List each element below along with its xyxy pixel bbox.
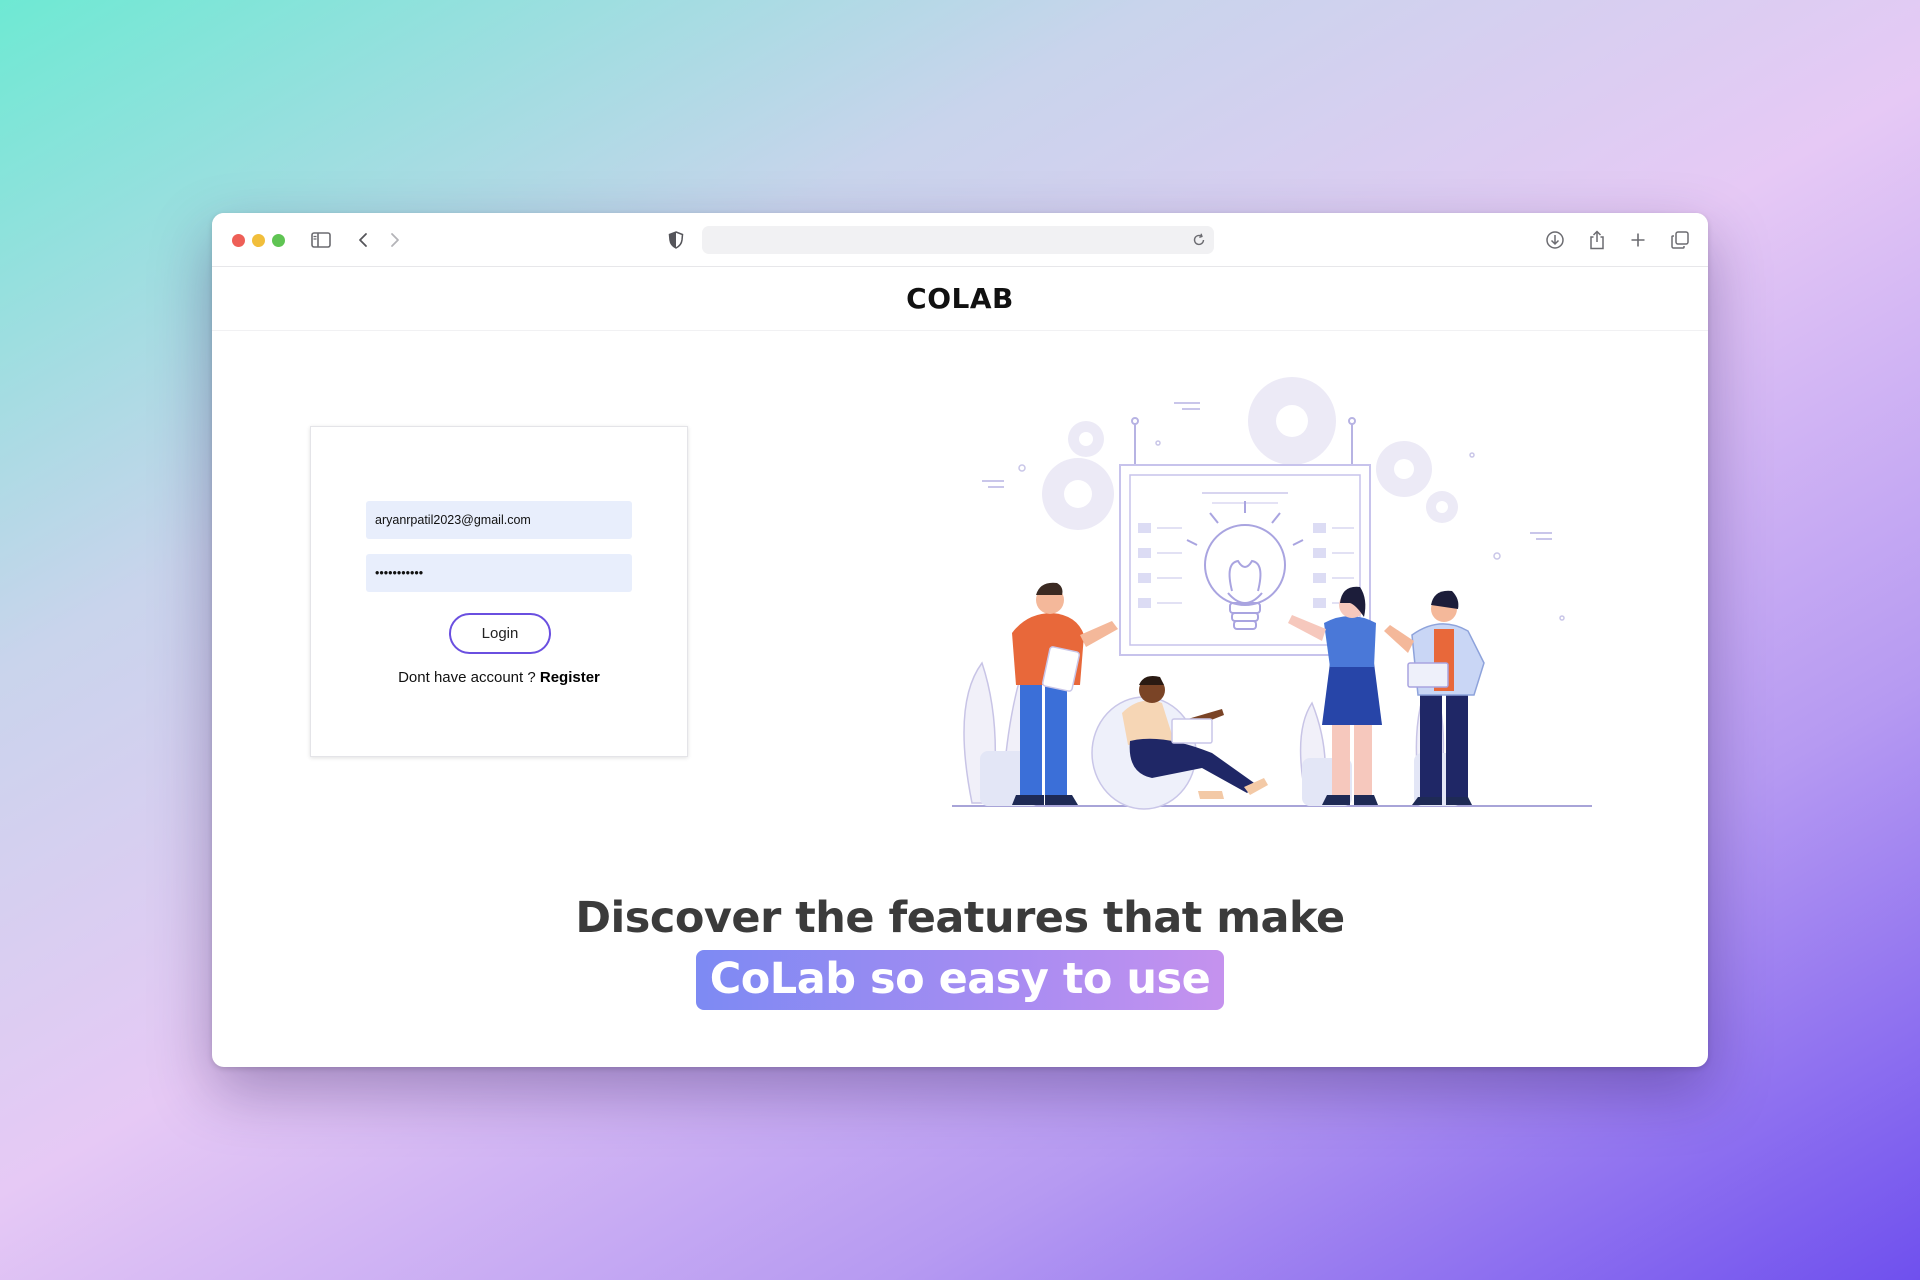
team-ideas-illustration <box>952 377 1592 810</box>
no-account-text: Dont have account ? <box>398 669 540 686</box>
close-window-button[interactable] <box>232 234 245 247</box>
person-sitting <box>1091 676 1268 810</box>
email-field[interactable] <box>366 501 632 539</box>
shield-icon[interactable] <box>663 227 689 253</box>
back-icon[interactable] <box>350 227 376 253</box>
hero-highlight-row: CoLab so easy to use <box>212 950 1708 1010</box>
sidebar-icon[interactable] <box>308 227 334 253</box>
zoom-window-button[interactable] <box>272 234 285 247</box>
tabs-overview-icon[interactable] <box>1667 227 1693 253</box>
new-tab-icon[interactable] <box>1625 227 1651 253</box>
hero-headline: Discover the features that make <box>575 893 1345 943</box>
minimize-window-button[interactable] <box>252 234 265 247</box>
download-icon[interactable] <box>1542 227 1568 253</box>
address-bar[interactable] <box>702 226 1214 254</box>
password-field[interactable] <box>366 554 632 592</box>
login-card: Login Dont have account ? Register <box>310 426 688 757</box>
browser-window: COLAB Login Dont have account ? Register <box>212 213 1708 1067</box>
forward-icon[interactable] <box>382 227 408 253</box>
hero-highlight: CoLab so easy to use <box>695 950 1225 1010</box>
reload-icon[interactable] <box>1190 231 1208 249</box>
register-link[interactable]: Register <box>540 669 600 686</box>
brand-logo[interactable]: COLAB <box>906 282 1014 315</box>
site-header: COLAB <box>212 267 1708 331</box>
login-button[interactable]: Login <box>449 613 551 654</box>
browser-toolbar <box>212 213 1708 267</box>
register-prompt: Dont have account ? Register <box>311 669 687 686</box>
share-icon[interactable] <box>1584 227 1610 253</box>
person-with-laptop <box>1384 590 1485 805</box>
